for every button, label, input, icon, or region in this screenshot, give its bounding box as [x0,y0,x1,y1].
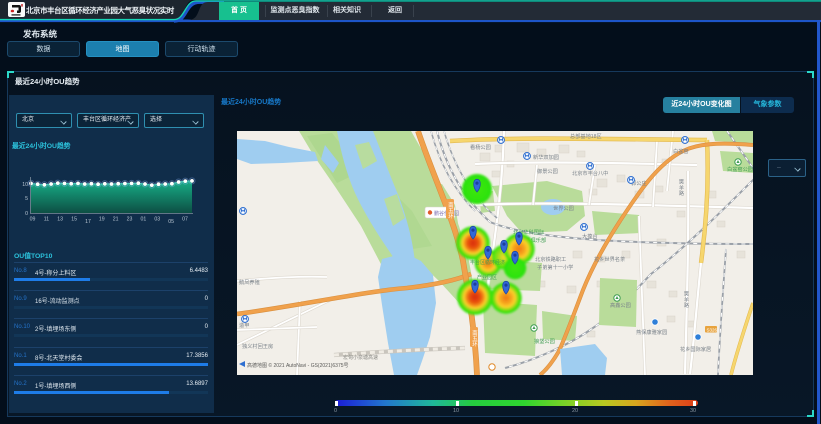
svg-text:高鑫公园: 高鑫公园 [610,301,631,309]
svg-text:子弟第十一小学: 子弟第十一小学 [537,263,573,271]
svg-text:燕保康雅家园: 燕保康雅家园 [636,328,667,336]
svg-text:5: 5 [25,196,28,202]
svg-text:花乡国际家居: 花乡国际家居 [680,345,711,353]
svg-text:樊羊路: 樊羊路 [678,178,684,197]
svg-text:13: 13 [57,217,63,223]
svg-text:高德地图 © 2021 AutoNavi - GS(2021: 高德地图 © 2021 AutoNavi - GS(2021)6375号 [247,362,349,369]
svg-text:10: 10 [22,182,28,188]
svg-text:15: 15 [71,217,77,223]
svg-text:花乡世界名茶: 花乡世界名茶 [594,255,626,263]
svg-text:05: 05 [168,219,174,225]
svg-text:南五环: 南五环 [471,329,478,348]
svg-text:白盆窑: 白盆窑 [673,147,689,155]
svg-text:御景公园: 御景公园 [537,167,558,175]
svg-text:S326: S326 [707,327,718,332]
svg-text:11: 11 [44,217,49,223]
svg-text:21: 21 [113,217,119,223]
svg-text:看杨公园: 看杨公园 [470,143,491,151]
svg-text:总部基地18区: 总部基地18区 [570,132,602,140]
svg-text:北京市丰台八中: 北京市丰台八中 [572,169,608,177]
svg-text:樊羊路: 樊羊路 [683,290,689,309]
svg-text:07: 07 [182,217,188,223]
svg-text:17: 17 [85,219,91,225]
svg-text:世界公园: 世界公园 [553,204,574,212]
svg-text:09: 09 [30,217,36,223]
svg-text:北京铁路职工: 北京铁路职工 [535,255,566,263]
svg-text:狼垡公园: 狼垡公园 [534,337,555,345]
svg-text:宏甸小泉塘高速: 宏甸小泉塘高速 [343,354,378,361]
svg-text:产业园区: 产业园区 [477,274,497,281]
svg-text:0: 0 [25,211,28,217]
svg-text:白盆窑公园: 白盆窑公园 [727,165,753,173]
svg-text:新华双加园: 新华双加园 [533,153,559,161]
svg-text:南五环: 南五环 [447,201,454,220]
svg-text:丰台区循环经济: 丰台区循环经济 [470,259,505,266]
svg-text:大葆台: 大葆台 [582,232,598,240]
svg-text:19: 19 [99,217,105,223]
svg-text:03: 03 [154,217,160,223]
svg-text:23: 23 [127,217,133,223]
svg-text:独义村回王房: 独义村回王房 [242,342,273,350]
svg-text:01: 01 [141,217,147,223]
svg-text:鹅凤养殖: 鹅凤养殖 [239,278,260,286]
